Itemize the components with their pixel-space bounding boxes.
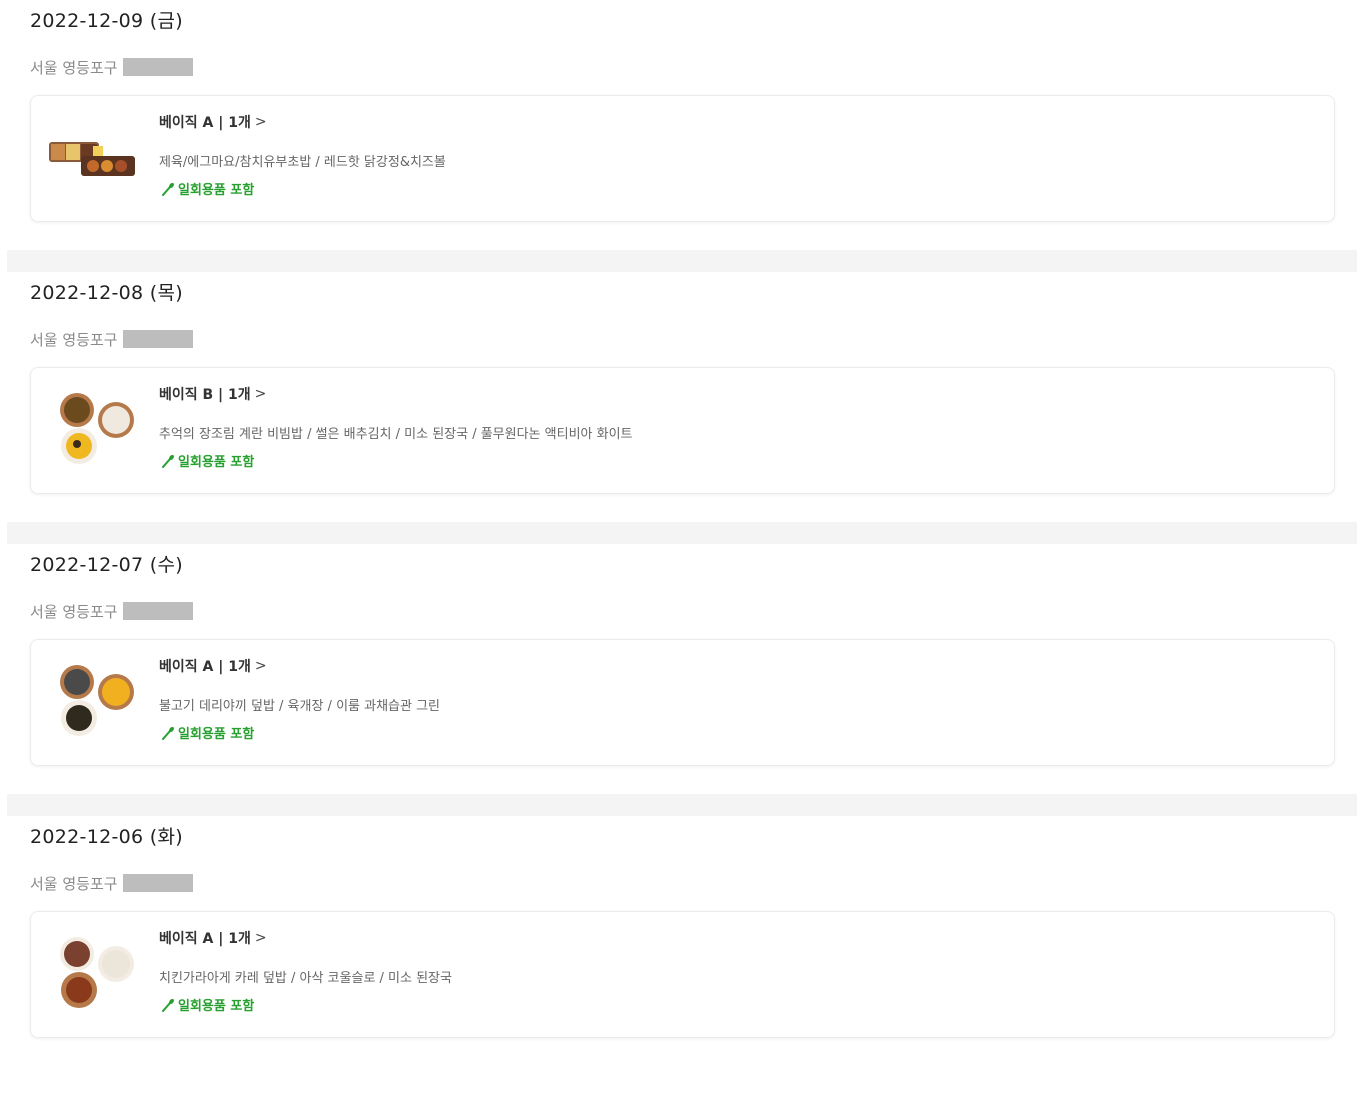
product-title[interactable]: 베이직 A | 1개 > <box>159 112 267 132</box>
order-card[interactable]: 베이직 A | 1개 > 치킨가라아게 카레 덮밥 / 아삭 코울슬로 / 미소… <box>30 911 1335 1038</box>
menu-items: 추억의 장조림 계란 비빔밥 / 썰은 배추김치 / 미소 된장국 / 풀무원다… <box>159 427 633 442</box>
product-name: 베이직 A | 1개 <box>159 931 251 947</box>
chevron-right-icon: > <box>254 658 267 674</box>
delivery-address-row: 서울 영등포구 <box>30 601 193 621</box>
chevron-right-icon: > <box>254 114 267 130</box>
order-card[interactable]: 베이직 A | 1개 > 제육/에그마요/참치유부초밥 / 레드핫 닭강정&치즈… <box>30 95 1335 222</box>
order-date: 2022-12-09 (금) <box>30 10 183 32</box>
delivery-address: 서울 영등포구 <box>30 58 118 77</box>
utensil-icon <box>162 182 174 196</box>
order-date: 2022-12-08 (목) <box>30 282 183 304</box>
menu-items: 제육/에그마요/참치유부초밥 / 레드핫 닭강정&치즈볼 <box>159 155 446 170</box>
meal-thumbnail-bowls <box>60 665 134 736</box>
menu-items: 치킨가라아게 카레 덮밥 / 아삭 코울슬로 / 미소 된장국 <box>159 971 452 986</box>
section-divider <box>7 522 1357 544</box>
section-divider <box>7 250 1357 272</box>
product-title[interactable]: 베이직 A | 1개 > <box>159 656 267 676</box>
meal-thumbnail-lunchbox <box>49 142 135 176</box>
redacted-address-detail <box>122 330 193 348</box>
delivery-address: 서울 영등포구 <box>30 330 118 349</box>
meal-thumbnail-bowls <box>60 393 134 464</box>
order-date: 2022-12-07 (수) <box>30 554 183 576</box>
disposable-label: 일회용품 포함 <box>178 727 255 742</box>
product-name: 베이직 B | 1개 <box>159 387 251 403</box>
section-divider <box>7 794 1357 816</box>
delivery-address-row: 서울 영등포구 <box>30 873 193 893</box>
delivery-address-row: 서울 영등포구 <box>30 329 193 349</box>
delivery-address: 서울 영등포구 <box>30 602 118 621</box>
product-name: 베이직 A | 1개 <box>159 659 251 675</box>
meal-thumbnail-bowls <box>60 937 134 1008</box>
order-date: 2022-12-06 (화) <box>30 826 183 848</box>
product-title[interactable]: 베이직 A | 1개 > <box>159 928 267 948</box>
menu-items: 불고기 데리야끼 덮밥 / 육개장 / 이룸 과채습관 그린 <box>159 699 441 714</box>
disposable-label: 일회용품 포함 <box>178 183 255 198</box>
utensil-icon <box>162 726 174 740</box>
chevron-right-icon: > <box>254 386 267 402</box>
order-card[interactable]: 베이직 A | 1개 > 불고기 데리야끼 덮밥 / 육개장 / 이룸 과채습관… <box>30 639 1335 766</box>
redacted-address-detail <box>122 874 193 892</box>
disposable-included: 일회용품 포함 <box>161 995 254 1014</box>
disposable-label: 일회용품 포함 <box>178 999 255 1014</box>
redacted-address-detail <box>122 602 193 620</box>
chevron-right-icon: > <box>254 930 267 946</box>
utensil-icon <box>162 454 174 468</box>
order-section: 2022-12-09 (금) 서울 영등포구 베이직 A | 1개 > 제육/에… <box>0 0 1366 250</box>
redacted-address-detail <box>122 58 193 76</box>
disposable-label: 일회용품 포함 <box>178 455 255 470</box>
product-name: 베이직 A | 1개 <box>159 115 251 131</box>
product-title[interactable]: 베이직 B | 1개 > <box>159 384 266 404</box>
disposable-included: 일회용품 포함 <box>161 723 254 742</box>
disposable-included: 일회용품 포함 <box>161 179 254 198</box>
order-section: 2022-12-06 (화) 서울 영등포구 베이직 A | 1개 > 치킨가라… <box>0 816 1366 1066</box>
utensil-icon <box>162 998 174 1012</box>
disposable-included: 일회용품 포함 <box>161 451 254 470</box>
order-section: 2022-12-08 (목) 서울 영등포구 베이직 B | 1개 > 추억의 … <box>0 272 1366 522</box>
order-card[interactable]: 베이직 B | 1개 > 추억의 장조림 계란 비빔밥 / 썰은 배추김치 / … <box>30 367 1335 494</box>
order-section: 2022-12-07 (수) 서울 영등포구 베이직 A | 1개 > 불고기 … <box>0 544 1366 794</box>
delivery-address: 서울 영등포구 <box>30 874 118 893</box>
delivery-address-row: 서울 영등포구 <box>30 57 193 77</box>
